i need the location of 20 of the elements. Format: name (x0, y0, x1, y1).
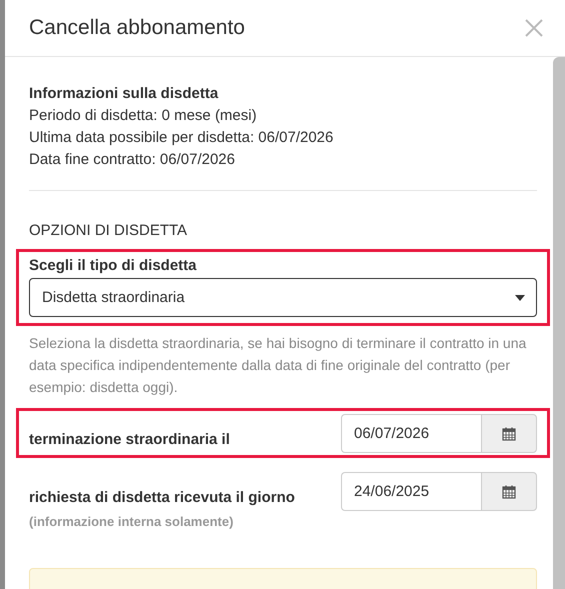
section-heading: OPZIONI DI DISDETTA (29, 221, 188, 241)
calendar-button[interactable] (481, 472, 537, 511)
close-icon (525, 19, 543, 37)
field-label: Scegli il tipo di disdetta (29, 256, 198, 276)
type-select[interactable]: Disdetta straordinaria (29, 278, 537, 317)
field-label: richiesta di disdetta ricevuta il giorno (29, 488, 295, 508)
info-line: Ultima data possibile per disdetta: 06/07/2026 (29, 128, 334, 148)
field-note: (informazione interna solamente) (29, 514, 234, 529)
date-field[interactable]: 06/07/2026 (341, 414, 481, 453)
calendar-button[interactable] (481, 414, 537, 453)
caret-icon (515, 294, 525, 300)
info-line: Data fine contratto: 06/07/2026 (29, 150, 236, 170)
calendar-icon (502, 426, 516, 440)
calendar-icon (502, 484, 516, 498)
info-line: Periodo di disdetta: 0 mese (mesi) (29, 106, 258, 126)
help-text: Seleziona la disdetta straordinaria, se hai bisogno di terminare il contratto in una data specifica indipendentemente dalla data di fine originale del contratto (per esempio: disdetta oggi). (29, 334, 528, 397)
field-label: terminazione straordinaria il (29, 430, 230, 450)
info-heading: Informazioni sulla disdetta (29, 84, 220, 104)
date-field[interactable]: 24/06/2025 (341, 472, 481, 511)
dialog-title: Cancella abbonamento (29, 16, 245, 40)
